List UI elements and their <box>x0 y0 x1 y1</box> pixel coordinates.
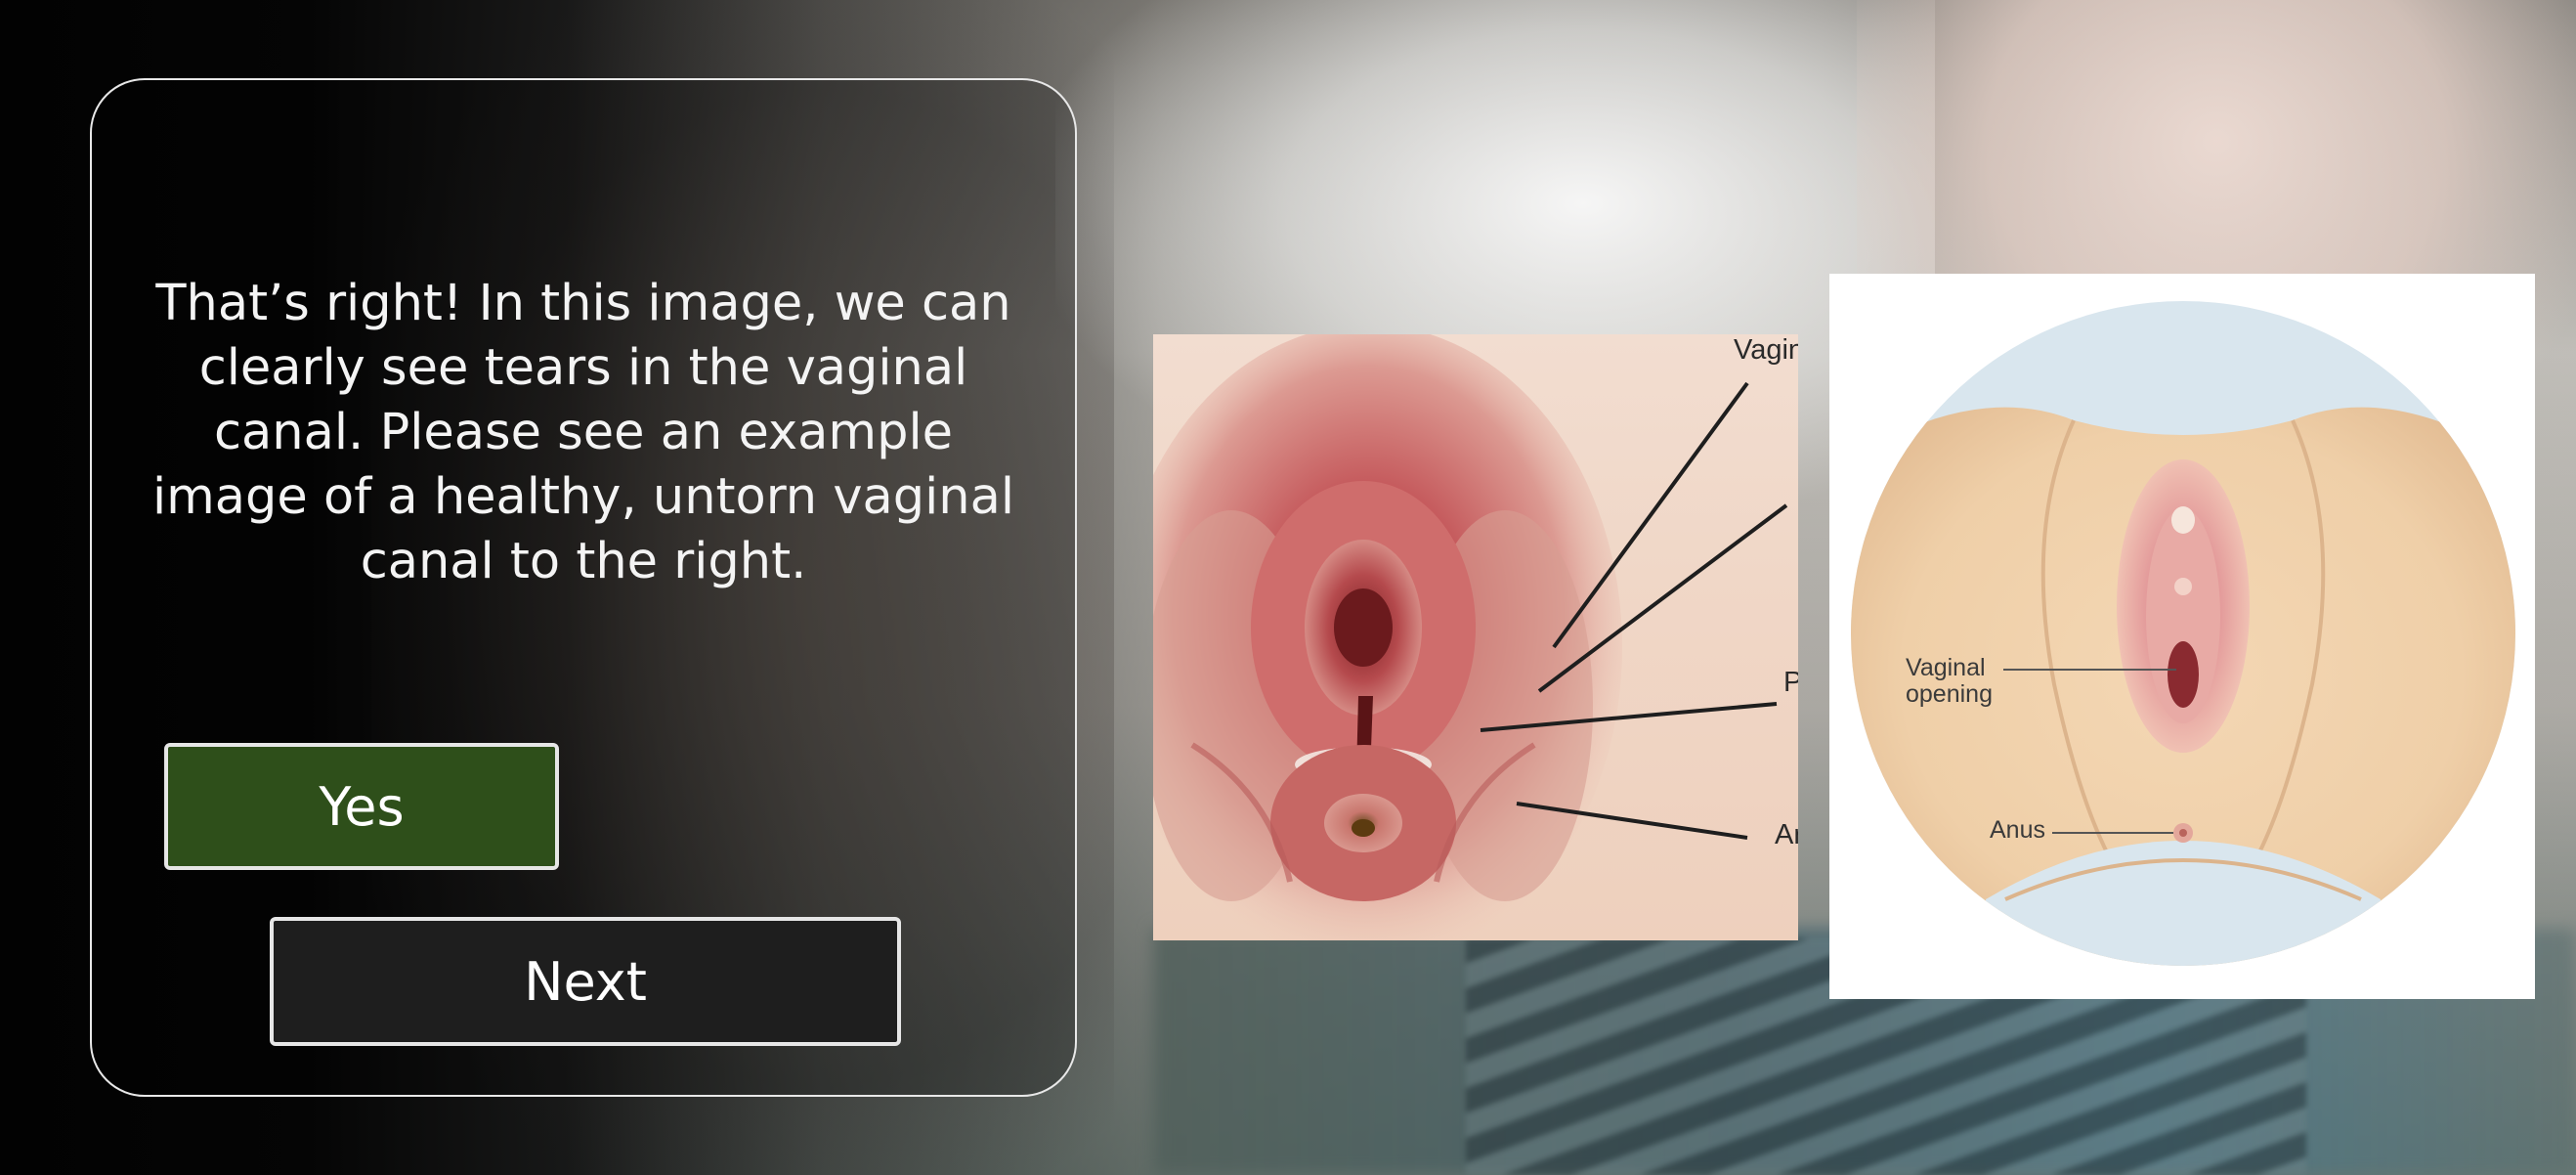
feedback-message: That’s right! In this image, we can clea… <box>151 275 1015 590</box>
label-vaginal-opening: Vaginal opening <box>1906 654 1993 708</box>
label-anus-torn: Anu <box>1775 819 1798 850</box>
label-vagina: Vagina <box>1734 334 1798 366</box>
next-button[interactable]: Next <box>270 917 901 1046</box>
yes-button[interactable]: Yes <box>164 743 559 870</box>
torn-anatomy-diagram: Vagina Po Per Anu <box>1153 334 1798 940</box>
label-anus-healthy: Anus <box>1990 816 2045 844</box>
healthy-anatomy-diagram: Vaginal opening Anus <box>1829 274 2535 999</box>
feedback-panel: That’s right! In this image, we can clea… <box>90 78 1077 1097</box>
label-perineum: Per <box>1783 667 1798 698</box>
